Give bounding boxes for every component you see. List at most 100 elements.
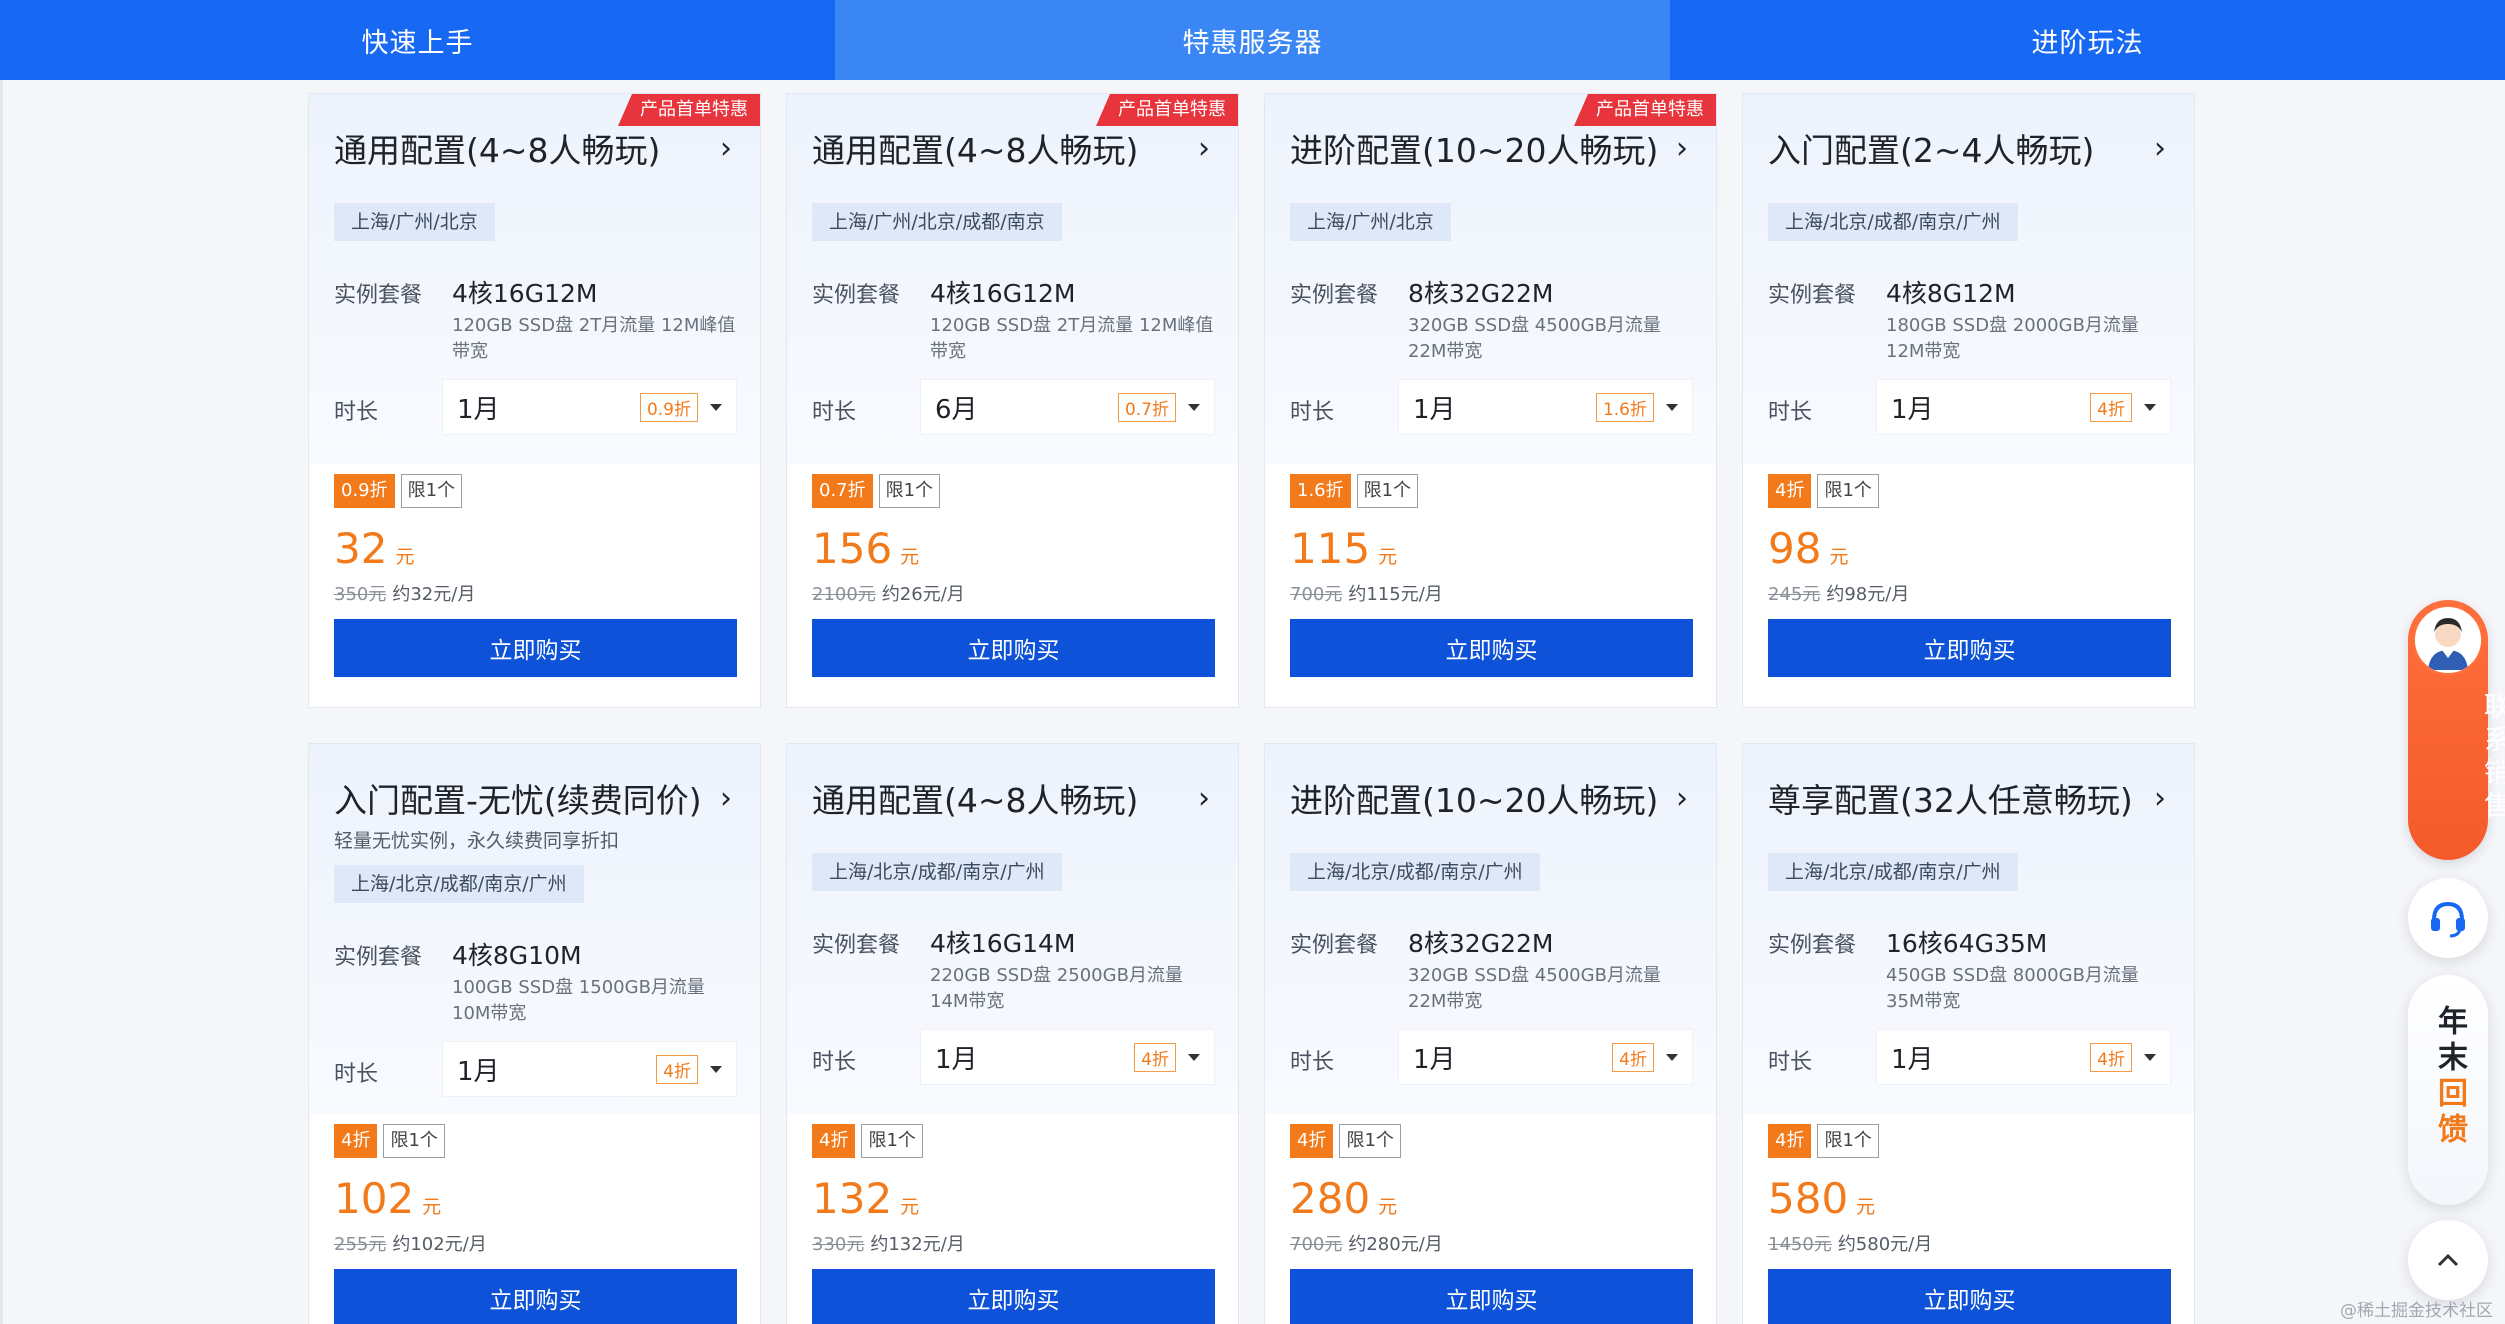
product-card[interactable]: 入门配置(2~4人畅玩) › 上海/北京/成都/南京/广州 实例套餐 4核8G1… [1742,93,2195,708]
price: 580 元 [1768,1174,1875,1223]
contact-sales-widget[interactable]: 联系销售 [2408,600,2505,860]
package-desc: 180GB SSD盘 2000GB月流量 12M带宽 [1886,315,2139,362]
first-order-ribbon: 产品首单特惠 [1574,94,1716,126]
chevron-right-icon[interactable]: › [1676,781,1688,816]
price: 102 元 [334,1174,441,1223]
original-price: 2100元 约26元/月 [812,580,965,606]
product-grid: 产品首单特惠 通用配置(4~8人畅玩) › 上海/广州/北京 实例套餐 4核16… [308,93,2196,1324]
chevron-right-icon[interactable]: › [720,781,732,816]
card-title-row[interactable]: 尊享配置(32人任意畅玩) › [1768,774,2166,822]
buy-now-button[interactable]: 立即购买 [334,619,737,677]
original-price: 700元 约280元/月 [1290,1230,1443,1256]
product-card[interactable]: 产品首单特惠 进阶配置(10~20人畅玩) › 上海/广州/北京 实例套餐 8核… [1264,93,1717,708]
badge-row: 0.9折 限1个 [334,474,463,508]
buy-now-button[interactable]: 立即购买 [1290,1269,1693,1324]
chevron-right-icon[interactable]: › [720,131,732,166]
year-end-feedback-widget[interactable]: 年末回馈 [2408,975,2488,1205]
card-title-row[interactable]: 通用配置(4~8人畅玩) › [812,774,1210,822]
duration-select[interactable]: 1月 4折 [1876,1029,2171,1085]
card-title: 入门配置-无忧(续费同价) [334,781,702,820]
original-price-value: 330元 [812,1234,865,1255]
badge-row: 4折 限1个 [1290,1124,1401,1158]
price: 132 元 [812,1174,919,1223]
price: 156 元 [812,524,919,573]
duration-value: 1月 [1891,394,1934,425]
price-value: 280 [1290,1174,1371,1223]
card-title: 进阶配置(10~20人畅玩) [1290,131,1659,170]
buy-now-button[interactable]: 立即购买 [1768,1269,2171,1324]
region-tag: 上海/广州/北京 [1290,203,1451,241]
duration-select[interactable]: 1月 1.6折 [1398,379,1693,435]
customer-service-button[interactable] [2408,878,2488,958]
duration-select[interactable]: 6月 0.7折 [920,379,1215,435]
price-value: 156 [812,524,893,573]
package-label: 实例套餐 [1290,283,1379,308]
duration-value: 1月 [1413,394,1456,425]
buy-now-button[interactable]: 立即购买 [1290,619,1693,677]
limit-badge: 限1个 [861,1124,923,1158]
chevron-right-icon[interactable]: › [1198,781,1210,816]
package-desc: 320GB SSD盘 4500GB月流量 22M带宽 [1408,965,1661,1012]
card-title-row[interactable]: 通用配置(4~8人畅玩) › [812,124,1210,172]
badge-row: 4折 限1个 [812,1124,923,1158]
product-card[interactable]: 产品首单特惠 通用配置(4~8人畅玩) › 上海/广州/北京/成都/南京 实例套… [786,93,1239,708]
chevron-right-icon[interactable]: › [1676,131,1688,166]
duration-select[interactable]: 1月 4折 [920,1029,1215,1085]
region-tag: 上海/广州/北京 [334,203,495,241]
price-unit: 元 [900,1196,920,1218]
card-title-row[interactable]: 入门配置(2~4人畅玩) › [1768,124,2166,172]
limit-badge: 限1个 [878,474,941,508]
original-price-value: 1450元 [1768,1234,1832,1255]
product-card[interactable]: 产品首单特惠 通用配置(4~8人畅玩) › 上海/广州/北京 实例套餐 4核16… [308,93,761,708]
price-value: 102 [334,1174,415,1223]
duration-select[interactable]: 1月 4折 [442,1041,737,1097]
buy-now-button[interactable]: 立即购买 [812,619,1215,677]
card-title-row[interactable]: 通用配置(4~8人畅玩) › [334,124,732,172]
duration-discount-tag: 4折 [1134,1042,1176,1072]
chevron-right-icon[interactable]: › [2154,781,2166,816]
card-title-row[interactable]: 进阶配置(10~20人畅玩) › [1290,124,1688,172]
caret-down-icon [710,1065,722,1073]
package-desc: 120GB SSD盘 2T月流量 12M峰值带宽 [930,315,1214,362]
product-card[interactable]: 入门配置-无忧(续费同价) › 轻量无忧实例，永久续费同享折扣 上海/北京/成都… [308,743,761,1324]
duration-select[interactable]: 1月 4折 [1398,1029,1693,1085]
monthly-price: 约98元/月 [1826,584,1910,605]
region-tag: 上海/广州/北京/成都/南京 [812,203,1062,241]
tab-advanced[interactable]: 进阶玩法 [1670,0,2505,80]
back-to-top-button[interactable] [2408,1220,2488,1300]
discount-badge: 4折 [334,1124,378,1158]
limit-badge: 限1个 [383,1124,445,1158]
sales-avatar [2412,604,2484,676]
limit-badge: 限1个 [1817,474,1879,508]
caret-down-icon [1666,403,1678,411]
monthly-price: 约32元/月 [392,584,476,605]
duration-select[interactable]: 1月 0.9折 [442,379,737,435]
price-value: 132 [812,1174,893,1223]
buy-now-button[interactable]: 立即购买 [1768,619,2171,677]
duration-discount-tag: 4折 [1612,1042,1654,1072]
original-price: 255元 约102元/月 [334,1230,487,1256]
duration-value: 1月 [1413,1044,1456,1075]
first-order-ribbon: 产品首单特惠 [1096,94,1238,126]
buy-now-button[interactable]: 立即购买 [812,1269,1215,1324]
chevron-right-icon[interactable]: › [1198,131,1210,166]
tab-quick-start[interactable]: 快速上手 [0,0,835,80]
duration-value: 6月 [935,394,978,425]
discount-badge: 4折 [812,1124,856,1158]
buy-now-button[interactable]: 立即购买 [334,1269,737,1324]
region-tag: 上海/北京/成都/南京/广州 [1290,853,1540,891]
card-title-row[interactable]: 进阶配置(10~20人畅玩) › [1290,774,1688,822]
card-title: 通用配置(4~8人畅玩) [334,131,661,170]
chevron-right-icon[interactable]: › [2154,131,2166,166]
product-card[interactable]: 尊享配置(32人任意畅玩) › 上海/北京/成都/南京/广州 实例套餐 16核6… [1742,743,2195,1324]
product-card[interactable]: 进阶配置(10~20人畅玩) › 上海/北京/成都/南京/广州 实例套餐 8核3… [1264,743,1717,1324]
discount-badge: 4折 [1290,1124,1334,1158]
card-title-row[interactable]: 入门配置-无忧(续费同价) › [334,774,732,822]
duration-value: 1月 [1891,1044,1934,1075]
tab-special-servers[interactable]: 特惠服务器 [835,0,1670,80]
package-spec: 16核64G35M [1886,929,2048,958]
duration-discount-tag: 4折 [2090,392,2132,422]
badge-row: 4折 限1个 [334,1124,445,1158]
duration-select[interactable]: 1月 4折 [1876,379,2171,435]
product-card[interactable]: 通用配置(4~8人畅玩) › 上海/北京/成都/南京/广州 实例套餐 4核16G… [786,743,1239,1324]
